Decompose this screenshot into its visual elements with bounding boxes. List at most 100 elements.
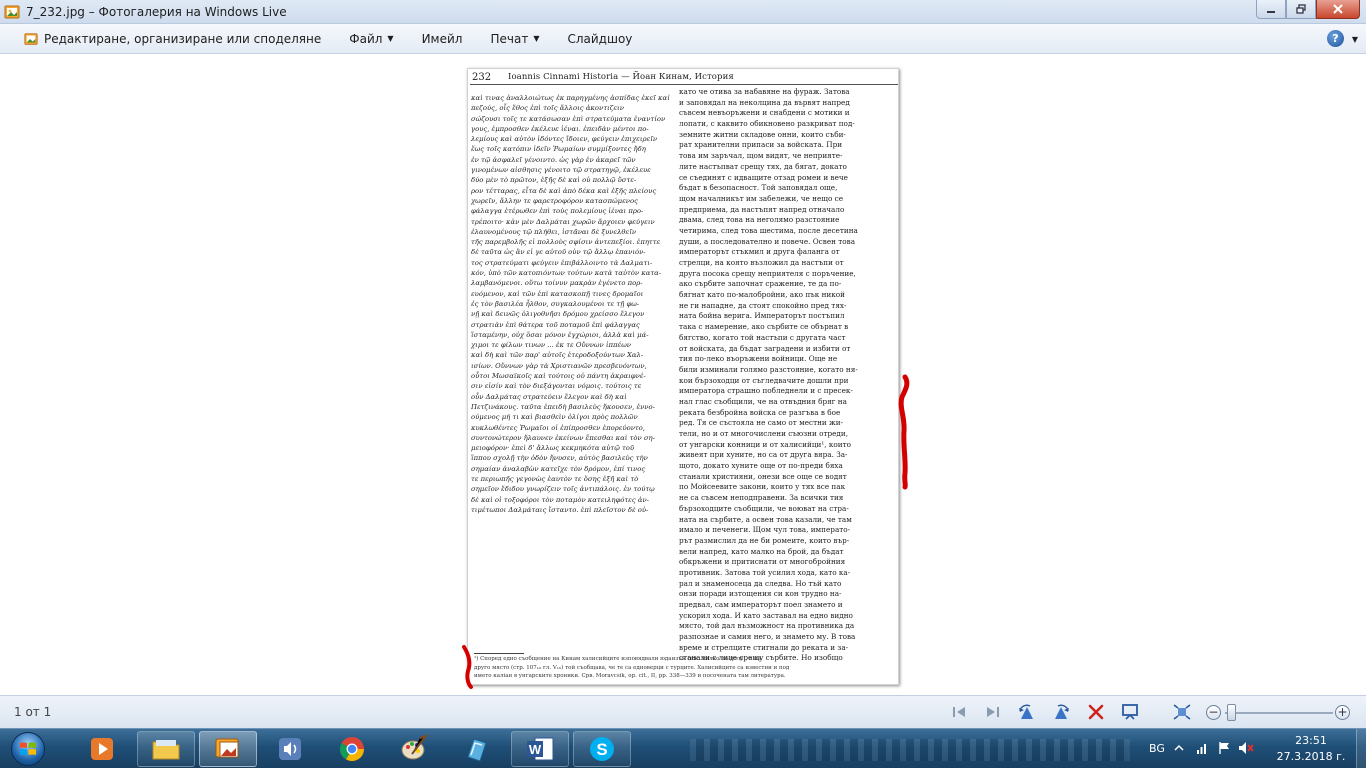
text-line: σημαίαν ἀναλαβὼν κατεῖχε τὸν δρόμον, ἐπί…	[471, 464, 646, 473]
print-menu-label: Печат	[490, 31, 529, 46]
taskbar-paint[interactable]	[385, 731, 443, 767]
volume-muted-icon[interactable]	[1238, 741, 1254, 755]
svg-text:W: W	[529, 742, 542, 757]
delete-button[interactable]	[1086, 703, 1106, 721]
slideshow-play-button[interactable]	[1120, 703, 1140, 721]
file-menu[interactable]: Файл ▼	[335, 24, 407, 54]
text-line: ἵσταμένην, οὐχ ὅσαι μόνον ἐγχώριοι, ἀλλὰ…	[471, 330, 649, 339]
text-line: от унгарски конници и от халисийци¹, кои…	[679, 439, 851, 449]
text-line: място, той дал възможност на противника …	[679, 621, 855, 631]
rotate-left-button[interactable]	[1017, 703, 1037, 721]
taskbar-media-center[interactable]	[73, 731, 131, 767]
red-pen-mark-right	[898, 374, 910, 490]
text-line: δὲ ταῦτα ὡς ἂν εἰ γε αὐτοῦ οὐν τῷ ἄλλῳ ἐ…	[471, 248, 646, 257]
text-line: земните житни складове онни, които съби-	[679, 129, 846, 139]
text-line: στρατιὰν ἐπὶ θάτερα τοῦ ποταμοῦ ἐπὶ φάλα…	[471, 320, 640, 329]
fit-to-window-button[interactable]	[1172, 703, 1192, 721]
system-clock[interactable]: 23:51 27.3.2018 г.	[1272, 733, 1350, 765]
edit-organize-share-button[interactable]: Редактиране, организиране или споделяне	[0, 24, 335, 54]
print-menu[interactable]: Печат ▼	[476, 24, 553, 54]
text-line: бързоходците съобщили, че воюват на стра…	[679, 503, 849, 513]
text-line: императорът стъкмил и друга фаланга от	[679, 247, 840, 257]
chrome-icon	[339, 737, 364, 762]
text-line: се съединят с идващите отзад ромеи и веч…	[679, 172, 848, 182]
language-indicator[interactable]: BG	[1149, 742, 1165, 755]
text-line: рът размислил да не би ромеите, които въ…	[679, 535, 850, 545]
rotate-right-button[interactable]	[1051, 703, 1071, 721]
text-line: не ги нападне, да стоят спокойно пред тя…	[679, 300, 847, 310]
scanned-page: 232 Ioannis Cinnami Historia — Йоан Кина…	[467, 68, 899, 685]
greek-text-column: καὶ τινας ἀναλλοιώτως ἐκ παρηγμένης ἀσπί…	[471, 93, 675, 515]
start-button[interactable]	[3, 730, 53, 768]
taskbar-chrome[interactable]	[323, 731, 381, 767]
text-line: лите настъпват срещу тях, да бягат, дока…	[679, 161, 847, 171]
text-line: ἕως τοῖς κατόπιν ἰδεῖν Ῥωμαίων συμμίξοντ…	[471, 145, 646, 154]
text-line: не са съвсем неподправени. За всички тия	[679, 493, 844, 503]
minimize-button[interactable]	[1256, 0, 1286, 19]
text-line: рат хранителни припаси за войската. При	[679, 140, 843, 150]
help-button[interactable]: ?	[1327, 30, 1344, 47]
zoom-out-button[interactable]: −	[1206, 705, 1221, 720]
zoom-slider-track[interactable]	[1225, 712, 1333, 714]
text-line: τῆς παρεμβολῆς εἰ πολλοὺς σφίσιν ἀντεπεξ…	[471, 238, 661, 247]
taskbar-skype[interactable]: S	[573, 731, 631, 767]
taskbar-word[interactable]: W	[511, 731, 569, 767]
text-line: χιμοι τε φίλων τινων ... ἐκ τε Οὔννων ἱπ…	[471, 341, 631, 350]
text-line: σώζουσι τοῖς τε κατάσωσαν ἐπὶ στρατεύματ…	[471, 114, 666, 123]
text-line: ред. Тя се състояла не само от местни жи…	[679, 418, 844, 428]
title-bar: 7_232.jpg – Фотогалерия на Windows Live	[0, 0, 1366, 24]
edit-organize-share-label: Редактиране, организиране или споделяне	[44, 31, 322, 46]
network-icon[interactable]	[1196, 741, 1210, 755]
text-line: разпознае и самия него, и знамето му. В …	[679, 632, 856, 642]
taskbar-app-blue[interactable]	[447, 731, 505, 767]
text-line: предприема, да настъпят напред отначало	[679, 204, 845, 214]
file-menu-label: Файл	[349, 31, 383, 46]
text-line: πεζούς, οἷς ἔθος ἐπὶ τοῖς ἄλλοις ἀκοντιζ…	[471, 104, 624, 113]
rotate-right-icon	[1055, 704, 1069, 719]
text-line: живеят при хуните, но са от друга вяра. …	[679, 450, 848, 460]
maximize-button[interactable]	[1286, 0, 1316, 19]
text-line: предвал, сам императорът поел знамето и	[679, 600, 843, 609]
taskbar-empty-area	[690, 739, 1130, 761]
zoom-in-button[interactable]: +	[1335, 705, 1350, 720]
text-line: бягство, когато той настъпи с другата ча…	[679, 332, 846, 342]
minus-icon: −	[1208, 705, 1219, 719]
footnote-line: ¹) Според едно съобщение на Кинам халиси…	[474, 656, 762, 662]
window-title: 7_232.jpg – Фотогалерия на Windows Live	[26, 4, 287, 19]
command-bar: Редактиране, организиране или споделяне …	[0, 24, 1366, 54]
taskbar-volume-app[interactable]	[261, 731, 319, 767]
taskbar-explorer[interactable]	[137, 731, 195, 767]
close-button[interactable]	[1316, 0, 1360, 19]
fit-window-icon	[1173, 704, 1191, 720]
text-line: γους, ἐμπροσθεν ἐκέλευε ἰέναι. ἐπειδὰν μ…	[471, 124, 649, 133]
text-line: οὖν Δαλμάτας στρατεύειν ἔλεγον καὶ δὴ κα…	[471, 392, 627, 401]
text-line: онзи поради изтощения си кон трудно на-	[679, 589, 842, 599]
text-line: четирима, след това шестима, после десет…	[679, 225, 858, 235]
zoom-slider-thumb[interactable]	[1227, 704, 1236, 721]
email-button[interactable]: Имейл	[408, 24, 477, 54]
show-desktop-button[interactable]	[1356, 729, 1366, 768]
text-line: καὶ τινας ἀναλλοιώτως ἐκ παρηγμένης ἀσπί…	[471, 94, 670, 102]
text-line: като че отива за набавяне на фураж. Зато…	[679, 87, 850, 96]
text-line: φάλαγγα ἑτέρωθεν ἐπὶ τοὺς πολεμίους ἰένα…	[471, 207, 644, 216]
next-button[interactable]	[983, 703, 1003, 721]
text-line: нал глас съобщили, че на отвъдния бряг н…	[679, 396, 847, 406]
slideshow-button[interactable]: Слайдшоу	[553, 24, 646, 54]
tray-expand-icon[interactable]	[1173, 742, 1185, 754]
photo-viewer[interactable]: 232 Ioannis Cinnami Historia — Йоан Кина…	[0, 55, 1366, 695]
delete-icon	[1088, 704, 1104, 720]
text-line: συντονώτερον ἤλαυνεν ἐκείνων ἕπεσθαι καὶ…	[471, 433, 655, 442]
text-line: друга посока срещу неприятеля с поръчени…	[679, 268, 856, 278]
taskbar-photo-gallery[interactable]	[199, 731, 257, 767]
text-line: от войската, да бъдат заградени и избити…	[679, 343, 851, 353]
folder-icon	[152, 740, 180, 760]
text-line: щом началникът им забележи, че нещо се	[679, 193, 844, 203]
text-line: рал и знаменосеца да следва. Но тъй като	[679, 578, 842, 588]
footnote: ¹) Според едно съобщение на Кинам халиси…	[474, 655, 894, 681]
text-line: οὗτοι Μωσαϊκοῖς καὶ τούτοις οὐ πάντη ἀκρ…	[471, 372, 646, 381]
help-dropdown-icon[interactable]: ▼	[1352, 35, 1358, 44]
flag-icon[interactable]	[1218, 741, 1232, 755]
previous-button[interactable]	[949, 703, 969, 721]
text-line: δύο μὲν τὸ πρῶτον, ἑξῆς δὲ καὶ οὐ πολλῷ …	[471, 176, 637, 185]
text-line: ἐλαυνομένους τῷ πλήθει, ἱστᾶναι δὲ ξυνελ…	[471, 227, 637, 236]
